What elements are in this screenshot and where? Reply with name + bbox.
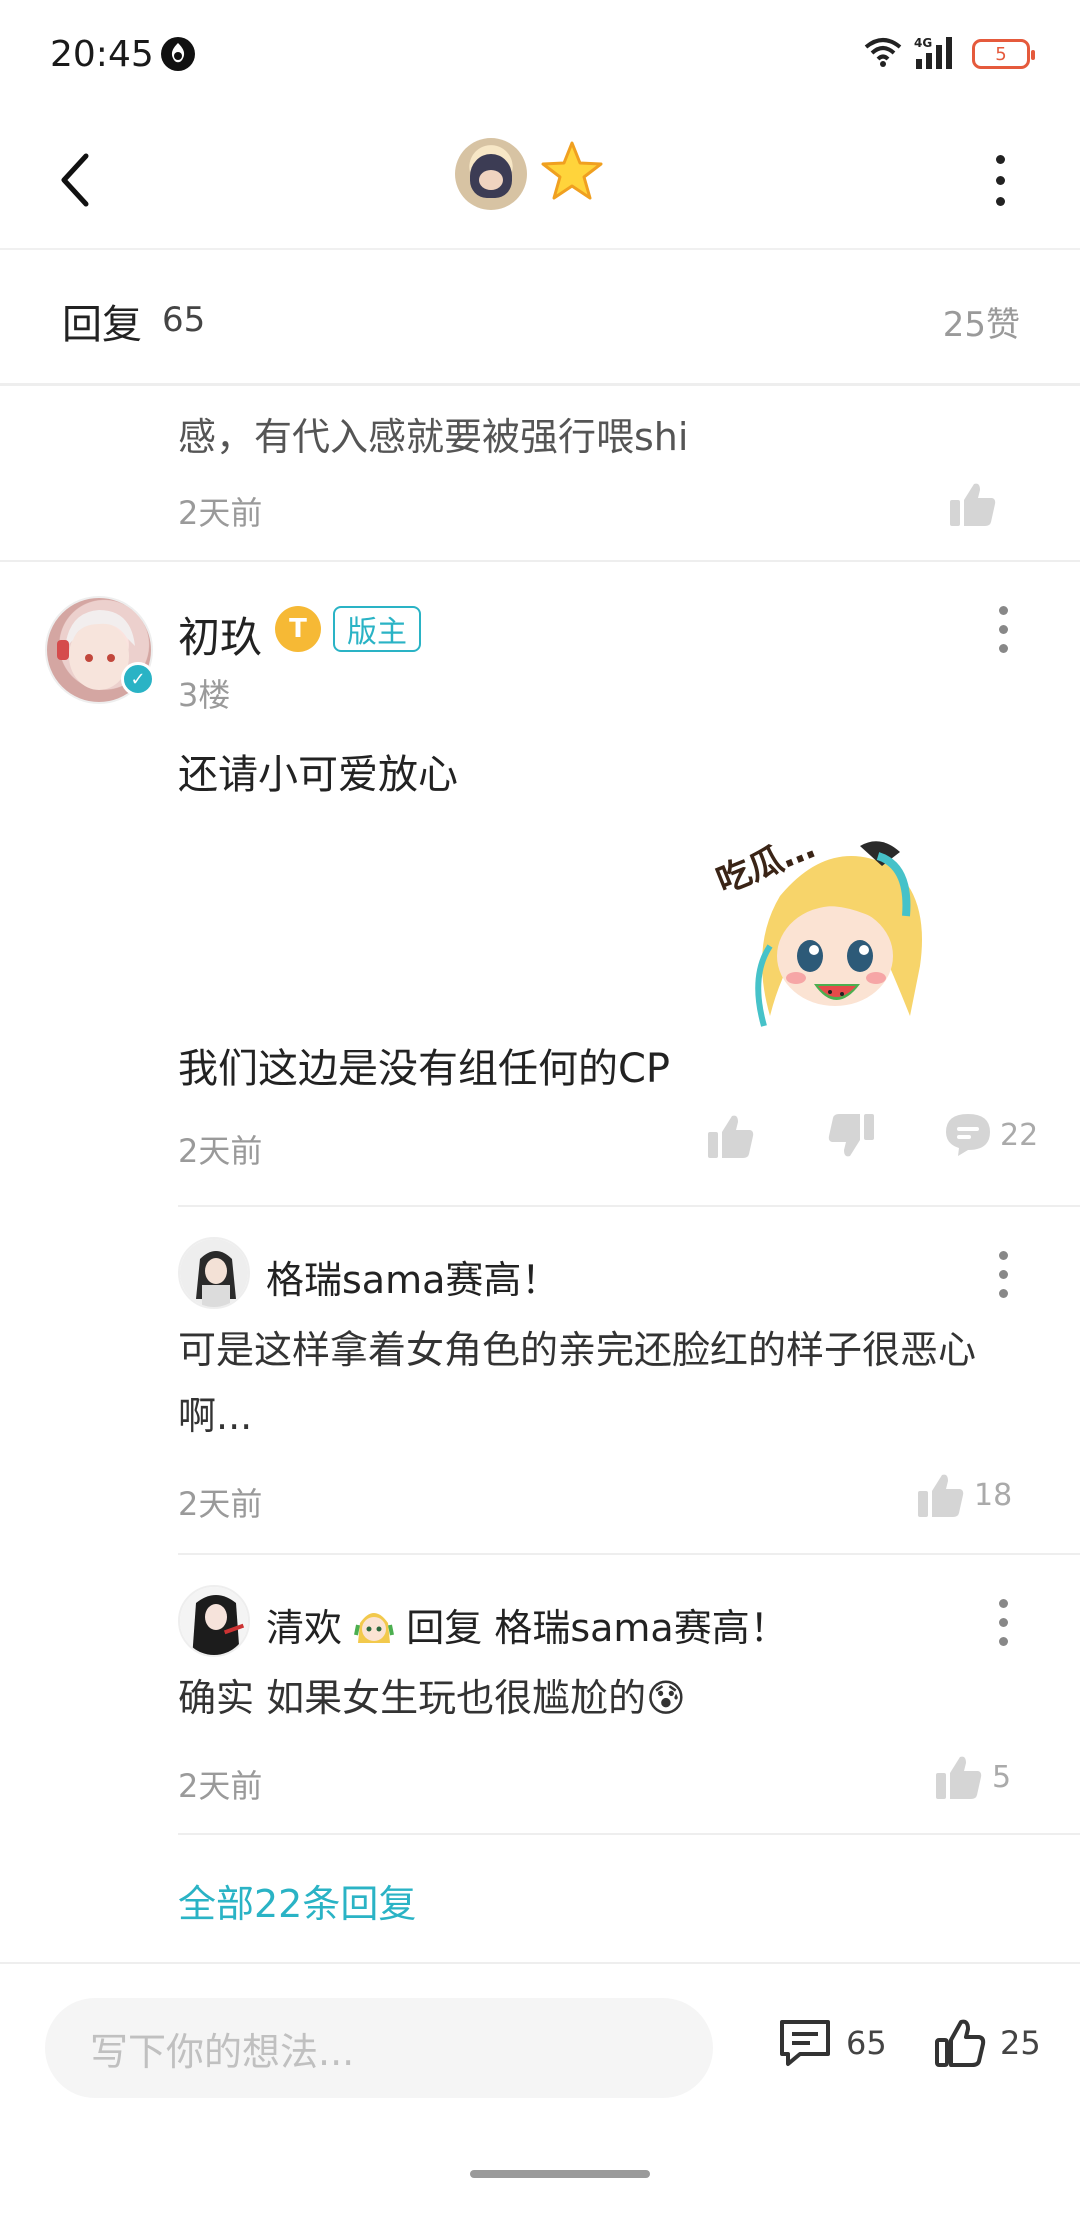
- floor-number: 3楼: [178, 676, 231, 714]
- vertical-dots-icon: [995, 154, 1005, 164]
- status-icons: 4G 5: [864, 35, 1035, 73]
- sticker-image: 吃瓜…: [710, 826, 950, 1046]
- thumbs-up-icon: [950, 483, 996, 526]
- verified-icon: ✓: [121, 662, 155, 696]
- avatar[interactable]: [455, 138, 527, 210]
- all-replies-link[interactable]: 全部22条回复: [178, 1873, 416, 1928]
- author-name[interactable]: 初玖: [178, 604, 262, 665]
- like-total: 25赞: [942, 305, 1020, 345]
- reply-text: 确实 如果女生玩也很尴尬的😰: [178, 1676, 686, 1720]
- reply-author-name: 清欢 回复 格瑞sama赛高！: [266, 1597, 788, 1656]
- reply-item: 清欢 回复 格瑞sama赛高！ 确实 如果女生玩也很尴尬的😰 2天前 5: [178, 1553, 1080, 1833]
- reply-more-button[interactable]: [988, 1597, 1018, 1647]
- thumbs-up-icon: [936, 1756, 982, 1799]
- bottom-bar: 写下你的想法... 65 25: [0, 1962, 1080, 2220]
- reply-title: 回复: [62, 302, 142, 348]
- comment-time: 2天前: [178, 494, 263, 532]
- avatar[interactable]: [178, 1585, 250, 1657]
- reply-author-name[interactable]: 格瑞sama赛高！: [266, 1249, 559, 1304]
- like-button[interactable]: [948, 480, 998, 532]
- thumbs-up-icon: [708, 1115, 754, 1158]
- author-emoji-icon: [354, 1605, 395, 1656]
- like-count: 25: [1000, 2024, 1041, 2062]
- network-type: 4G: [914, 36, 932, 50]
- like-post-button[interactable]: 25: [934, 2018, 1041, 2068]
- thumbs-up-icon: [918, 1474, 964, 1517]
- vertical-dots-icon: [998, 1598, 1008, 1608]
- comment-time: 2天前: [178, 1132, 263, 1170]
- vertical-dots-icon: [998, 605, 1008, 615]
- app-notification-icon: [160, 36, 196, 72]
- chevron-left-icon: [61, 153, 89, 207]
- comment-bubble-icon: [946, 1114, 990, 1156]
- comment-text-line2: 我们这边是没有组任何的CP: [178, 1046, 671, 1092]
- reply-time: 2天前: [178, 1767, 263, 1805]
- reply-count: 65: [162, 300, 206, 340]
- battery-icon: 5: [972, 39, 1035, 69]
- reply-time: 2天前: [178, 1485, 263, 1523]
- comment-text: 感，有代入感就要被强行喂shi: [178, 415, 689, 459]
- like-button[interactable]: 18: [916, 1471, 1012, 1519]
- avatar[interactable]: ✓: [45, 596, 155, 704]
- back-button[interactable]: [40, 140, 110, 220]
- thumbs-up-icon: [935, 2019, 986, 2067]
- comment-more-button[interactable]: [988, 604, 1018, 654]
- star-icon: [539, 139, 605, 209]
- input-placeholder: 写下你的想法...: [90, 2029, 355, 2074]
- dislike-button[interactable]: [826, 1112, 876, 1160]
- moderator-badge: 版主: [333, 606, 421, 652]
- signal-icon: 4G: [914, 35, 960, 73]
- reply-count-button[interactable]: 22: [944, 1112, 1038, 1158]
- like-count: 5: [992, 1759, 1012, 1795]
- reply-to-label: 回复: [406, 1606, 483, 1650]
- reply-text: 可是这样拿着女角色的亲完还脸红的样子很恶心啊...: [178, 1328, 977, 1438]
- comment-count: 65: [846, 2024, 887, 2062]
- reply-header: 回复 65 25赞: [0, 252, 1080, 386]
- home-indicator[interactable]: [470, 2170, 650, 2178]
- avatar[interactable]: [178, 1237, 250, 1309]
- comment-icon: [780, 2020, 830, 2066]
- nav-user[interactable]: [455, 138, 605, 210]
- wifi-icon: [864, 37, 902, 71]
- status-time: 20:45: [50, 34, 154, 75]
- thumbs-down-icon: [828, 1114, 874, 1157]
- level-badge: T: [275, 606, 321, 652]
- like-count: 18: [974, 1477, 1013, 1513]
- reply-to-user[interactable]: 格瑞sama赛高！: [494, 1606, 787, 1650]
- reply-more-button[interactable]: [988, 1249, 1018, 1299]
- comment-text-line1: 还请小可爱放心: [178, 752, 458, 798]
- nav-bar: [0, 110, 1080, 250]
- like-button[interactable]: [706, 1112, 756, 1160]
- battery-level: 5: [995, 43, 1007, 65]
- status-bar: 20:45 4G 5: [0, 0, 1080, 110]
- vertical-dots-icon: [998, 1250, 1008, 1260]
- reply-item: 格瑞sama赛高！ 可是这样拿着女角色的亲完还脸红的样子很恶心啊... 2天前 …: [178, 1205, 1080, 1553]
- reply-author[interactable]: 清欢: [266, 1606, 342, 1650]
- divider: [178, 1833, 1080, 1835]
- reply-count: 22: [1000, 1117, 1039, 1153]
- comment-input[interactable]: 写下你的想法...: [45, 1998, 713, 2098]
- like-button[interactable]: 5: [934, 1753, 1011, 1801]
- comments-button[interactable]: 65: [778, 2018, 887, 2068]
- more-options-button[interactable]: [980, 140, 1020, 220]
- previous-comment: 感，有代入感就要被强行喂shi 2天前: [0, 390, 1080, 562]
